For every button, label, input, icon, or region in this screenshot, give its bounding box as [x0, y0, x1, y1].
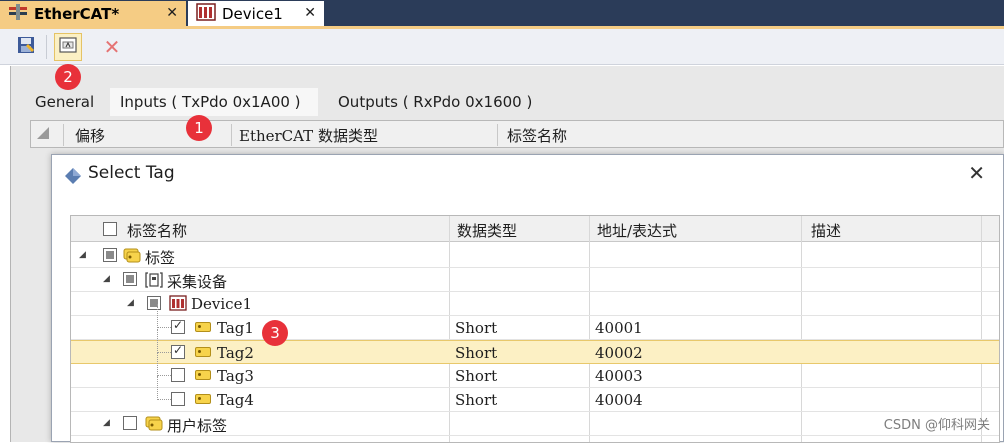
row-name: Device1	[191, 295, 252, 313]
tag-icon	[195, 370, 211, 380]
select-all-checkbox[interactable]	[103, 222, 117, 236]
annotation-badge-1: 1	[186, 115, 212, 141]
tree-connector	[157, 376, 158, 400]
row-address: 40003	[595, 367, 643, 385]
annotation-badge-2: 2	[55, 64, 81, 90]
row-checkbox[interactable]	[171, 318, 185, 334]
tag-icon	[195, 394, 211, 404]
tag-group-icon	[123, 247, 141, 267]
row-address: 40004	[595, 391, 643, 409]
select-tag-button[interactable]	[54, 33, 82, 61]
row-name: Tag2	[217, 344, 254, 362]
tree-row-tag3[interactable]: Tag3 Short 40003	[71, 352, 999, 388]
device-icon	[196, 2, 216, 25]
row-type: Short	[455, 367, 498, 385]
annotation-badge-3: 3	[262, 320, 288, 346]
column-address[interactable]: 地址/表达式	[597, 220, 677, 241]
tree-connector	[157, 375, 171, 376]
column-divider	[497, 124, 498, 146]
collapse-icon[interactable]: ◢	[103, 274, 110, 284]
row-checkbox[interactable]	[171, 368, 185, 382]
row-name: 用户标签	[167, 417, 228, 435]
ethercat-icon	[8, 3, 28, 24]
watermark: CSDN @仰科网关	[883, 418, 990, 433]
row-checkbox[interactable]	[123, 416, 137, 430]
tab-device1[interactable]: Device1 ✕	[188, 1, 324, 26]
tag-table-header: 标签名称 数据类型 地址/表达式 描述	[71, 216, 999, 242]
collapse-icon[interactable]: ◢	[127, 298, 134, 308]
column-divider	[231, 124, 232, 146]
column-divider	[63, 124, 64, 146]
tree-row-acquisition-devices[interactable]: ◢ 采集设备	[71, 268, 999, 293]
corner-icon	[37, 127, 49, 139]
row-checkbox[interactable]	[147, 296, 161, 310]
tag-icon	[195, 347, 211, 357]
device-group-icon	[145, 271, 163, 293]
save-button[interactable]	[12, 33, 40, 61]
pdo-grid-header: 偏移 EtherCAT 数据类型 标签名称	[30, 120, 1004, 148]
tree-row-user-tags[interactable]: ◢ 用户标签	[71, 412, 999, 436]
tab-outputs[interactable]: Outputs ( RxPdo 0x1600 )	[328, 88, 542, 116]
save-icon	[16, 35, 36, 59]
select-tag-icon	[59, 37, 77, 57]
tab-inputs-label: Inputs ( TxPdo 0x1A00 )	[120, 93, 301, 111]
row-address: 40002	[595, 344, 643, 362]
tree-connector	[157, 352, 158, 376]
dialog-title: Select Tag	[88, 163, 175, 183]
row-type: Short	[455, 391, 498, 409]
row-type: Short	[455, 344, 498, 362]
row-name: 采集设备	[167, 273, 228, 291]
tab-outputs-label: Outputs ( RxPdo 0x1600 )	[338, 93, 533, 111]
row-checkbox[interactable]	[171, 343, 185, 359]
tab-general-label: General	[35, 93, 95, 111]
delete-icon: ✕	[103, 35, 121, 59]
close-icon[interactable]: ✕	[968, 161, 985, 185]
tag-group-icon	[145, 415, 163, 435]
row-type: Short	[455, 319, 498, 337]
collapse-icon[interactable]: ◢	[79, 250, 86, 260]
column-description[interactable]: 描述	[811, 220, 841, 241]
toolbar: ✕	[0, 29, 1004, 65]
select-tag-dialog: Select Tag ✕ 标签名称 数据类型 地址/表达式 描述 ◢ 标签 ◢	[51, 154, 1004, 443]
row-name: Tag1	[217, 319, 254, 337]
row-name: Tag3	[217, 367, 254, 385]
column-tag-name[interactable]: 标签名称	[127, 220, 187, 241]
tree-row-tag1[interactable]: Tag1 Short 40001	[71, 304, 999, 340]
tab-device1-label: Device1	[222, 4, 283, 23]
row-name: Tag4	[217, 391, 254, 409]
tree-connector	[157, 352, 171, 353]
delete-button[interactable]: ✕	[98, 33, 126, 61]
tag-icon	[195, 322, 211, 332]
tab-inputs[interactable]: Inputs ( TxPdo 0x1A00 )	[110, 88, 318, 116]
row-name: 标签	[145, 249, 176, 267]
dialog-diamond-icon	[64, 167, 82, 189]
row-checkbox[interactable]	[171, 392, 185, 406]
row-checkbox[interactable]	[103, 248, 117, 262]
tree-row-device1[interactable]: ◢ Device1	[71, 292, 999, 316]
tab-ethercat-label: EtherCAT*	[34, 4, 120, 23]
tree-row-tags[interactable]: ◢ 标签	[71, 244, 999, 268]
close-icon[interactable]: ✕	[304, 5, 316, 21]
column-tag-name[interactable]: 标签名称	[507, 125, 567, 146]
close-icon[interactable]: ✕	[166, 5, 178, 21]
tree-row-tag2[interactable]: Tag2 Short 40002	[71, 329, 999, 364]
tree-connector	[157, 304, 158, 328]
collapse-icon[interactable]: ◢	[103, 418, 110, 428]
tree-connector	[157, 327, 171, 328]
column-ethercat-type[interactable]: EtherCAT 数据类型	[239, 125, 378, 146]
row-checkbox[interactable]	[123, 272, 137, 286]
device-icon	[169, 295, 187, 315]
column-data-type[interactable]: 数据类型	[457, 220, 517, 241]
tree-row-tag4[interactable]: Tag4 Short 40004	[71, 376, 999, 412]
row-address: 40001	[595, 319, 643, 337]
tab-ethercat[interactable]: EtherCAT* ✕	[0, 1, 186, 26]
tree-connector	[157, 399, 171, 400]
tag-table: 标签名称 数据类型 地址/表达式 描述 ◢ 标签 ◢ 采集设备 ◢ Device…	[70, 215, 1000, 443]
toolbar-separator	[46, 35, 47, 59]
tab-general[interactable]: General	[25, 88, 104, 116]
tree-connector	[157, 329, 158, 353]
column-offset[interactable]: 偏移	[75, 125, 105, 146]
